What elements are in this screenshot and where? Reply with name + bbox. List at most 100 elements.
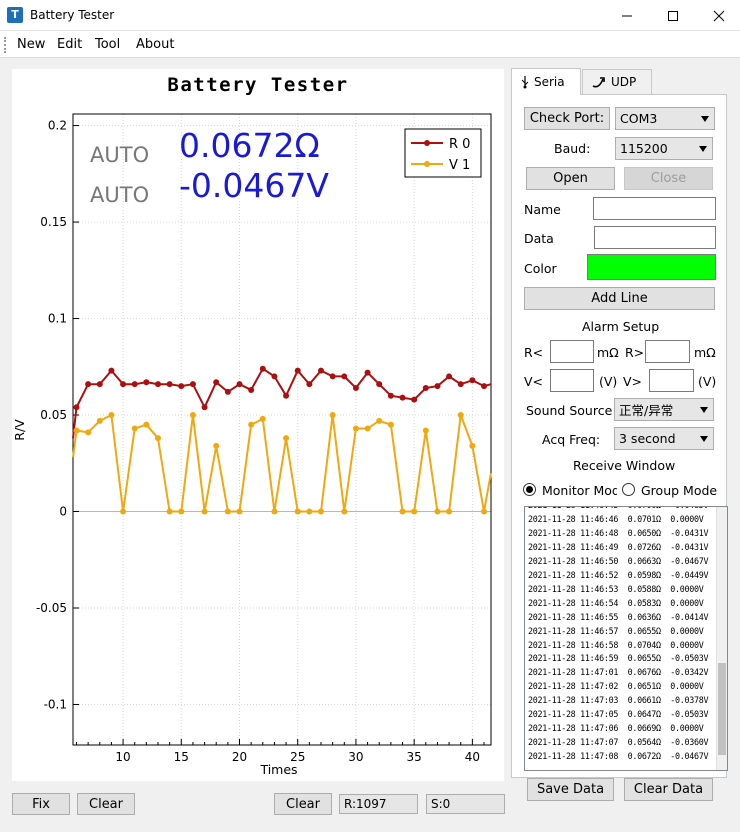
alarm-setup-label: Alarm Setup xyxy=(582,319,660,334)
data-point-v1 xyxy=(399,508,406,515)
port-select-value: COM3 xyxy=(620,111,658,126)
data-point-r0 xyxy=(329,373,336,380)
app-logo-icon: T xyxy=(7,7,23,23)
acq-freq-value: 3 second xyxy=(619,431,676,446)
menu-new[interactable]: New xyxy=(17,37,45,52)
window-title: Battery Tester xyxy=(30,8,115,22)
received-count: R:1097 xyxy=(339,794,418,814)
acq-freq-select[interactable]: 3 second xyxy=(614,427,714,450)
group-mode-label[interactable]: Group Mode xyxy=(641,483,717,498)
data-point-v1 xyxy=(166,508,173,515)
log-line: 2021-11-28 11:47:03 0.0661Ω -0.0378V xyxy=(528,695,709,706)
y-tick-label: 0.1 xyxy=(48,312,67,326)
data-point-v1 xyxy=(85,429,92,436)
data-point-r0 xyxy=(259,365,266,372)
v-less-label: V< xyxy=(524,374,544,389)
name-input[interactable] xyxy=(593,197,716,220)
menu-tool[interactable]: Tool xyxy=(95,37,120,52)
data-point-r0 xyxy=(201,404,208,411)
data-point-v1 xyxy=(189,412,196,419)
data-point-r0 xyxy=(434,383,441,390)
data-point-r0 xyxy=(96,381,103,388)
usb-icon xyxy=(521,76,529,89)
data-point-r0 xyxy=(154,381,161,388)
receive-window-label: Receive Window xyxy=(573,458,676,473)
receive-log-scrollbar[interactable] xyxy=(716,507,727,770)
r-greater-label: R> xyxy=(625,345,645,360)
monitor-mode-label[interactable]: Monitor Mode xyxy=(542,483,617,498)
data-point-v1 xyxy=(294,508,301,515)
menu-bar: New Edit Tool About xyxy=(0,31,740,58)
data-point-v1 xyxy=(283,435,290,442)
x-axis-label: Times xyxy=(259,762,297,777)
log-line: 2021-11-28 11:47:08 0.0672Ω -0.0467V xyxy=(528,751,709,762)
open-port-button[interactable]: Open xyxy=(526,167,615,190)
color-picker[interactable] xyxy=(587,254,716,280)
fix-button[interactable]: Fix xyxy=(12,793,70,815)
data-point-v1 xyxy=(457,412,464,419)
add-line-button[interactable]: Add Line xyxy=(524,287,715,310)
v-min-unit: (V) xyxy=(599,374,618,389)
x-tick-label: 40 xyxy=(465,750,480,764)
toolbar-grip[interactable] xyxy=(4,37,6,53)
data-label: Data xyxy=(524,231,554,246)
data-point-r0 xyxy=(294,367,301,374)
baud-select[interactable]: 115200 xyxy=(615,137,713,160)
chevron-down-icon xyxy=(700,406,708,413)
data-point-v1 xyxy=(376,417,383,424)
chevron-down-icon xyxy=(701,115,709,122)
port-select[interactable]: COM3 xyxy=(615,107,715,130)
log-line: 2021-11-28 11:46:54 0.0583Ω 0.0000V xyxy=(528,597,704,608)
group-mode-radio[interactable] xyxy=(622,483,635,496)
clear-data-button[interactable]: Clear Data xyxy=(624,778,713,801)
data-point-r0 xyxy=(364,369,371,376)
tab-udp-label: UDP xyxy=(611,75,637,89)
log-line: 2021-11-28 11:46:53 0.0588Ω 0.0000V xyxy=(528,583,704,594)
tab-udp[interactable]: UDP xyxy=(582,69,652,94)
chart-legend: R 0 V 1 xyxy=(404,128,482,178)
minimize-icon xyxy=(622,15,632,16)
v-min-input[interactable] xyxy=(550,369,594,392)
menu-about[interactable]: About xyxy=(136,37,174,52)
save-data-button[interactable]: Save Data xyxy=(527,778,614,801)
chevron-down-icon xyxy=(700,435,708,442)
data-point-v1 xyxy=(434,508,441,515)
data-point-v1 xyxy=(143,421,150,428)
check-port-button[interactable]: Check Port: xyxy=(524,107,610,130)
monitor-mode-radio[interactable] xyxy=(523,483,536,496)
maximize-button[interactable] xyxy=(650,0,696,31)
v-max-input[interactable] xyxy=(649,369,694,392)
legend-label-r0: R 0 xyxy=(449,137,470,152)
data-point-v1 xyxy=(259,415,266,422)
r-min-unit: mΩ xyxy=(597,345,619,360)
sent-count: S:0 xyxy=(426,794,505,814)
data-point-v1 xyxy=(306,508,313,515)
clear-counter-button[interactable]: Clear xyxy=(274,793,332,815)
minimize-button[interactable] xyxy=(604,0,650,31)
r-max-unit: mΩ xyxy=(694,345,716,360)
menu-edit[interactable]: Edit xyxy=(57,37,82,52)
data-point-r0 xyxy=(469,377,476,384)
data-point-r0 xyxy=(352,385,359,392)
data-point-r0 xyxy=(178,383,185,390)
auto-label-voltage: AUTO xyxy=(90,183,149,207)
close-window-button[interactable] xyxy=(696,0,740,31)
baud-label: Baud: xyxy=(554,141,591,156)
r-max-input[interactable] xyxy=(645,340,690,363)
x-tick-label: 10 xyxy=(115,750,130,764)
tab-serial[interactable]: Seria xyxy=(511,68,581,95)
r-min-input[interactable] xyxy=(550,340,594,363)
data-point-r0 xyxy=(341,373,348,380)
clear-plot-button[interactable]: Clear xyxy=(77,793,135,815)
receive-log[interactable]: 2021-11-28 11:46:45 0.0700Ω -0.0485V2021… xyxy=(524,506,728,771)
data-point-r0 xyxy=(318,367,325,374)
close-port-button[interactable]: Close xyxy=(624,167,713,190)
battery-chart[interactable]: Battery Tester 0.2 0.15 0.1 0.05 0 -0.05 -0.1 1… xyxy=(12,69,504,781)
data-input[interactable] xyxy=(594,226,716,249)
sound-source-select[interactable]: 正常/异常 xyxy=(614,398,714,421)
scrollbar-thumb[interactable] xyxy=(718,663,726,755)
v-max-unit: (V) xyxy=(698,374,717,389)
color-label: Color xyxy=(524,261,557,276)
plot-area[interactable]: Battery Tester 0.2 0.15 0.1 0.05 0 -0.05 -0.1 1… xyxy=(12,69,504,781)
log-line: 2021-11-28 11:46:55 0.0636Ω -0.0414V xyxy=(528,611,709,622)
